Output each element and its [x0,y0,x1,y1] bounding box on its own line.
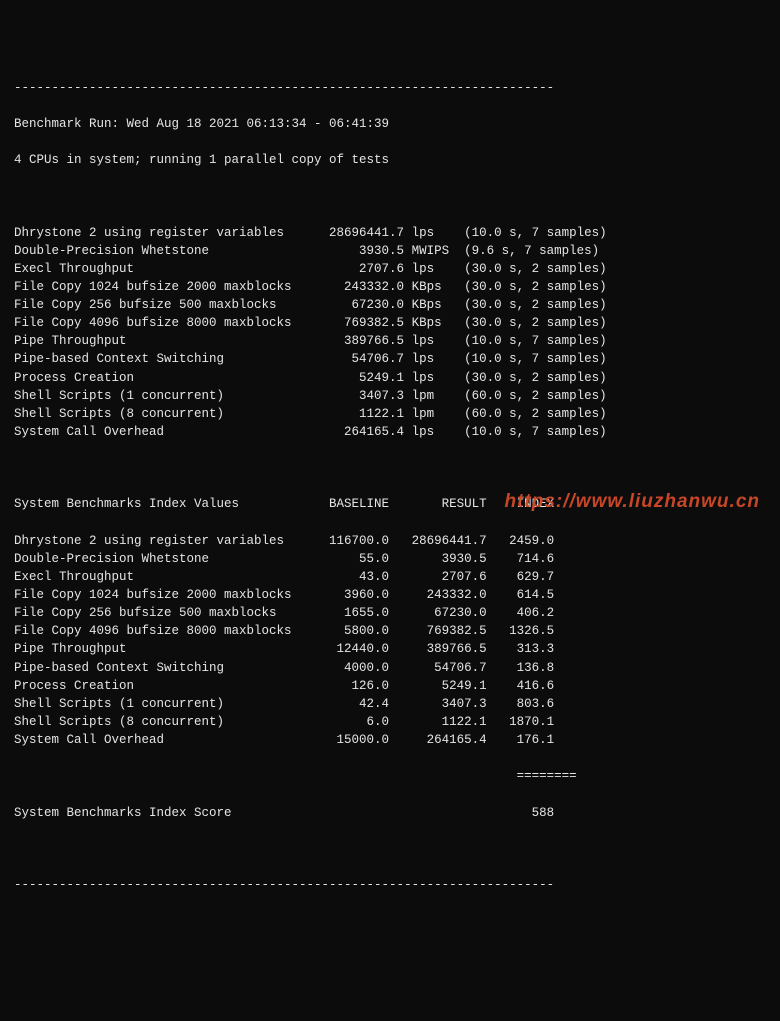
divider-bottom: ----------------------------------------… [14,876,766,894]
index-row: Process Creation 126.0 5249.1 416.6 [14,677,766,695]
benchmark-run-line: Benchmark Run: Wed Aug 18 2021 06:13:34 … [14,115,766,133]
index-separator: ======== [14,767,766,785]
result-row: Pipe-based Context Switching 54706.7 lps… [14,350,766,368]
index-row: Double-Precision Whetstone 55.0 3930.5 7… [14,550,766,568]
divider-top: ----------------------------------------… [14,79,766,97]
result-row: Shell Scripts (8 concurrent) 1122.1 lpm … [14,405,766,423]
cpu-info-line: 4 CPUs in system; running 1 parallel cop… [14,151,766,169]
index-row: Pipe Throughput 12440.0 389766.5 313.3 [14,640,766,658]
index-row: Shell Scripts (8 concurrent) 6.0 1122.1 … [14,713,766,731]
index-score-row: System Benchmarks Index Score 588 [14,804,766,822]
result-row: File Copy 1024 bufsize 2000 maxblocks 24… [14,278,766,296]
benchmark-results-block: Dhrystone 2 using register variables 286… [14,224,766,442]
index-row: Pipe-based Context Switching 4000.0 5470… [14,659,766,677]
blank-line [14,187,766,205]
index-row: File Copy 1024 bufsize 2000 maxblocks 39… [14,586,766,604]
result-row: Pipe Throughput 389766.5 lps (10.0 s, 7 … [14,332,766,350]
index-row: File Copy 256 bufsize 500 maxblocks 1655… [14,604,766,622]
index-row: File Copy 4096 bufsize 8000 maxblocks 58… [14,622,766,640]
result-row: System Call Overhead 264165.4 lps (10.0 … [14,423,766,441]
watermark-url: https://www.liuzhanwu.cn [504,488,760,516]
result-row: Shell Scripts (1 concurrent) 3407.3 lpm … [14,387,766,405]
result-row: Process Creation 5249.1 lps (30.0 s, 2 s… [14,369,766,387]
blank-line [14,459,766,477]
index-row: Dhrystone 2 using register variables 116… [14,532,766,550]
benchmark-index-block: Dhrystone 2 using register variables 116… [14,532,766,750]
result-row: File Copy 4096 bufsize 8000 maxblocks 76… [14,314,766,332]
index-row: System Call Overhead 15000.0 264165.4 17… [14,731,766,749]
result-row: Double-Precision Whetstone 3930.5 MWIPS … [14,242,766,260]
index-row: Shell Scripts (1 concurrent) 42.4 3407.3… [14,695,766,713]
index-row: Execl Throughput 43.0 2707.6 629.7 [14,568,766,586]
result-row: File Copy 256 bufsize 500 maxblocks 6723… [14,296,766,314]
result-row: Execl Throughput 2707.6 lps (30.0 s, 2 s… [14,260,766,278]
result-row: Dhrystone 2 using register variables 286… [14,224,766,242]
blank-line [14,840,766,858]
